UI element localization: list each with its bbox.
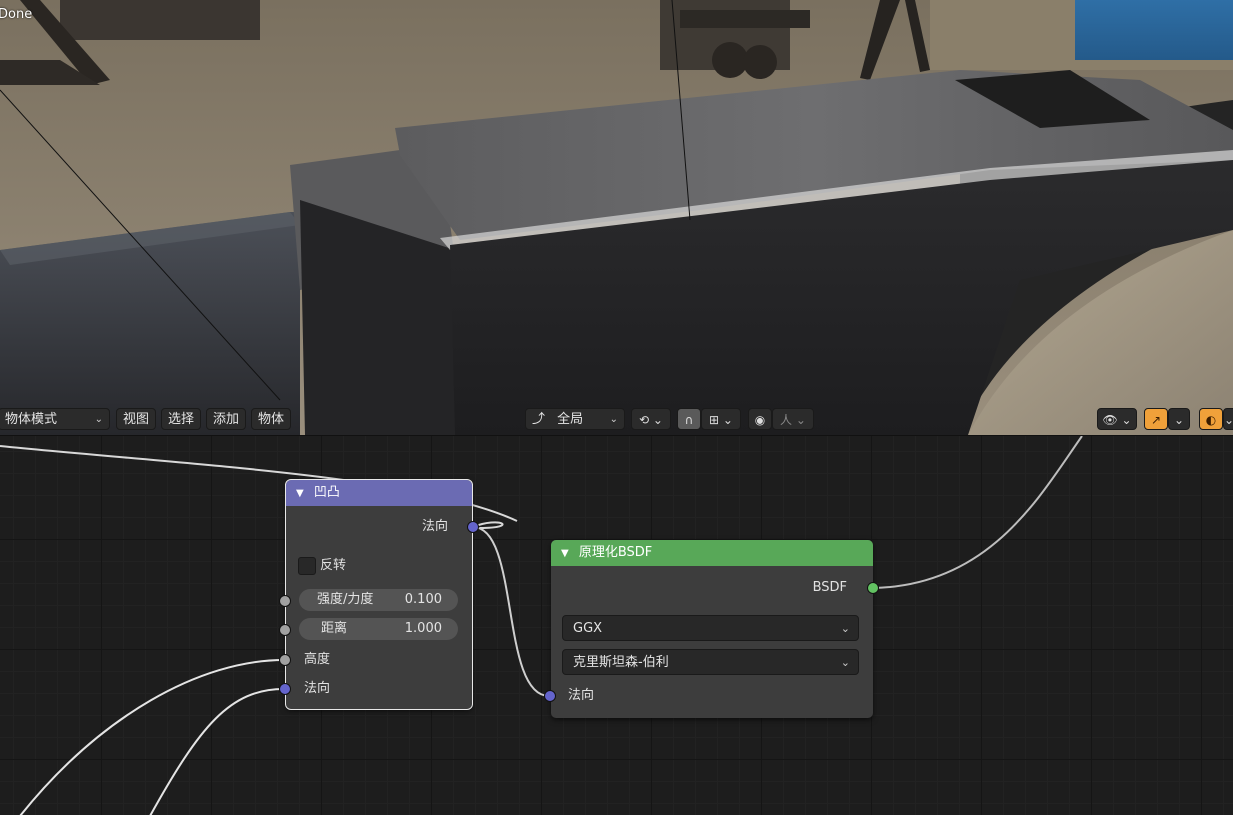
snap-toggle[interactable]: ∩: [677, 408, 701, 430]
pivot-point-dropdown[interactable]: ⟲ ⌄: [631, 408, 671, 430]
height-input-socket[interactable]: [279, 654, 291, 666]
transform-orientation-dropdown[interactable]: ⤴ 全局 ⌄: [525, 408, 625, 430]
strength-value: 0.100: [404, 592, 442, 607]
viewport-header: 物体模式 ⌄ 视图 选择 添加 物体 ⤴ 全局 ⌄ ⟲ ⌄ ∩ ⊞ ⌄ ◉ 人 …: [0, 406, 1233, 432]
scene-render: [0, 0, 1233, 435]
strength-field[interactable]: 强度/力度 0.100: [299, 589, 458, 611]
falloff-label: 人: [780, 413, 793, 427]
bump-node[interactable]: ▼ 凹凸 法向 反转 强度/力度 0.100 距离 1.000 高度 法向: [279, 479, 479, 710]
node-link: [149, 688, 285, 815]
bsdf-normal-input-label: 法向: [568, 688, 595, 703]
3d-viewport[interactable]: Done 物体模式 ⌄ 视图 选择 添加 物体 ⤴ 全局 ⌄ ⟲ ⌄ ∩ ⊞ ⌄…: [0, 0, 1233, 435]
collapse-triangle-icon[interactable]: ▼: [296, 488, 304, 499]
bsdf-output-row: BSDF: [551, 577, 873, 599]
pivot-icon: ⟲ ⌄: [639, 413, 663, 427]
chevron-down-icon: ⌄: [1224, 413, 1233, 427]
menu-add[interactable]: 添加: [206, 408, 247, 430]
distance-input-socket[interactable]: [279, 624, 291, 636]
bsdf-node-title: 原理化BSDF: [578, 545, 653, 560]
normal-input-socket[interactable]: [279, 683, 291, 695]
bump-node-header[interactable]: ▼ 凹凸: [286, 480, 472, 506]
snap-increment-icon: ⊞ ⌄: [709, 413, 733, 427]
proportional-edit-toggle[interactable]: ◉: [748, 408, 772, 430]
subsurface-method-value: 克里斯坦森-伯利: [573, 655, 669, 670]
orientation-label: 全局: [557, 412, 584, 427]
invert-checkbox[interactable]: [298, 557, 316, 575]
chevron-down-icon: ⌄: [795, 413, 806, 427]
height-input-label: 高度: [304, 652, 331, 667]
menu-object[interactable]: 物体: [251, 408, 292, 430]
node-link: [472, 526, 550, 697]
chevron-down-icon: ⌄: [840, 622, 850, 635]
chevron-down-icon: ⌄: [609, 414, 618, 425]
overlays-dropdown[interactable]: ⌄: [1223, 408, 1233, 430]
strength-input-socket[interactable]: [279, 595, 291, 607]
invert-label: 反转: [320, 558, 347, 573]
mode-label: 物体模式: [5, 412, 58, 427]
menu-select[interactable]: 选择: [161, 408, 202, 430]
subsurface-method-dropdown[interactable]: 克里斯坦森-伯利 ⌄: [562, 649, 859, 675]
orientation-icon: ⤴: [532, 412, 546, 427]
chevron-down-icon: ⌄: [1173, 413, 1185, 427]
proportional-falloff-dropdown[interactable]: 人 ⌄: [772, 408, 814, 430]
node-link: [872, 436, 1083, 589]
menu-view[interactable]: 视图: [116, 408, 157, 430]
visibility-dropdown[interactable]: 👁 ⌄: [1097, 408, 1137, 430]
snap-target-dropdown[interactable]: ⊞ ⌄: [701, 408, 741, 430]
bsdf-normal-input-socket[interactable]: [544, 690, 556, 702]
operator-status-text: Done: [0, 7, 33, 22]
distance-field[interactable]: 距离 1.000: [299, 618, 458, 640]
eye-icon: 👁 ⌄: [1102, 413, 1132, 427]
gizmo-icon: ↗: [1150, 413, 1162, 427]
distribution-dropdown[interactable]: GGX ⌄: [562, 615, 859, 641]
strength-label: 强度/力度: [317, 592, 374, 607]
overlays-toggle[interactable]: ◐: [1199, 408, 1223, 430]
proportional-icon: ◉: [754, 413, 766, 427]
bump-output-normal-row: 法向: [286, 516, 472, 538]
bsdf-node-header[interactable]: ▼ 原理化BSDF: [551, 540, 873, 566]
gizmo-dropdown[interactable]: ⌄: [1168, 408, 1190, 430]
chevron-down-icon: ⌄: [840, 656, 850, 669]
distance-label: 距离: [321, 621, 348, 636]
bump-node-title: 凹凸: [313, 485, 340, 500]
bump-output-normal-socket[interactable]: [467, 521, 479, 533]
distribution-value: GGX: [573, 621, 603, 636]
bsdf-output-socket[interactable]: [867, 582, 879, 594]
node-link: [19, 659, 285, 815]
magnet-icon: ∩: [684, 413, 694, 427]
shader-node-editor[interactable]: ▼ 凹凸 法向 反转 强度/力度 0.100 距离 1.000 高度 法向 ▼ …: [0, 435, 1233, 815]
bump-output-normal-label: 法向: [421, 519, 448, 534]
normal-input-label: 法向: [304, 681, 331, 696]
bsdf-output-label: BSDF: [812, 580, 847, 595]
overlays-icon: ◐: [1205, 413, 1217, 427]
gizmo-toggle[interactable]: ↗: [1144, 408, 1168, 430]
mode-dropdown[interactable]: 物体模式 ⌄: [0, 408, 110, 430]
chevron-down-icon: ⌄: [94, 414, 103, 425]
principled-bsdf-node[interactable]: ▼ 原理化BSDF BSDF GGX ⌄ 克里斯坦森-伯利 ⌄ 法向: [544, 540, 879, 718]
collapse-triangle-icon[interactable]: ▼: [561, 548, 569, 559]
distance-value: 1.000: [404, 621, 442, 636]
